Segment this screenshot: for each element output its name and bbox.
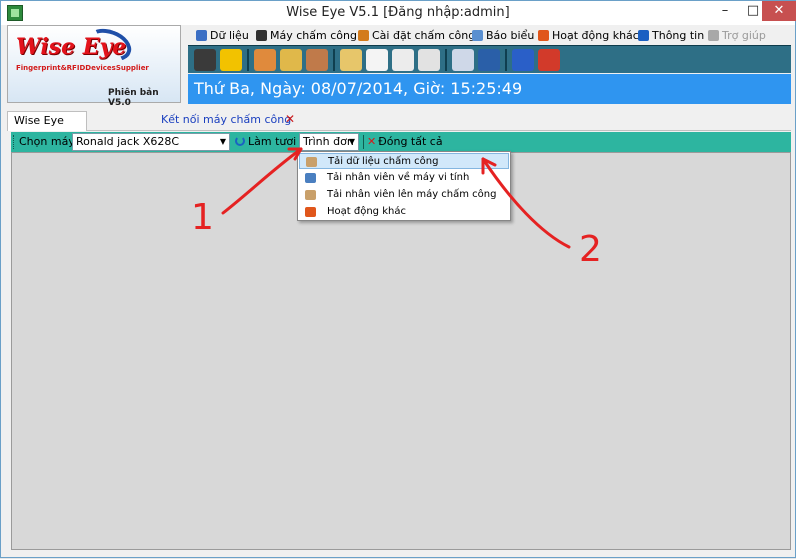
dropdown-item-download-attendance[interactable]: Tải dữ liệu chấm công: [299, 153, 509, 169]
menu-device-label: Máy chấm công: [270, 29, 357, 42]
data-icon: [196, 30, 207, 41]
menu-info[interactable]: Thông tin: [638, 28, 704, 44]
exit-icon[interactable]: [538, 49, 560, 71]
toolbar-separator: [505, 49, 507, 71]
toolbar-separator: [247, 49, 249, 71]
menu-help-label: Trợ giúp: [722, 29, 766, 42]
annotation-number-2: 2: [579, 229, 602, 270]
toolbar-separator: [445, 49, 447, 71]
refresh-label: Làm tươi: [248, 135, 297, 148]
dropdown-item-upload-employees[interactable]: Tải nhân viên lên máy chấm công: [299, 187, 509, 203]
other-activity-icon: [538, 30, 549, 41]
annotation-number-1: 1: [191, 197, 214, 238]
menu-help[interactable]: Trợ giúp: [708, 28, 766, 44]
device-connect-icon[interactable]: [194, 49, 216, 71]
chevron-down-icon: ▼: [219, 137, 226, 146]
menu-dropdown-list: Tải dữ liệu chấm công Tải nhân viên về m…: [297, 151, 511, 221]
edit-schedule-icon[interactable]: [340, 49, 362, 71]
title-bar: Wise Eye V5.1 [Đăng nhập:admin] – □ ✕: [1, 1, 796, 25]
dropdown-item-other-activity[interactable]: Hoạt động khác: [299, 204, 509, 220]
menu-data[interactable]: Dữ liệu: [196, 28, 249, 44]
menu-info-label: Thông tin: [652, 29, 705, 42]
toolbar-grip[interactable]: [13, 135, 16, 149]
app-window: Wise Eye V5.1 [Đăng nhập:admin] – □ ✕ Wi…: [0, 0, 796, 558]
date-time-bar: Thứ Ba, Ngày: 08/07/2014, Giờ: 15:25:49: [188, 74, 791, 104]
device-select[interactable]: Ronald jack X628C ▼: [72, 133, 230, 151]
download-attendance-icon: [306, 157, 317, 167]
refresh-icon: [235, 136, 245, 146]
other-activity-icon: [305, 207, 316, 217]
menu-report-label: Báo biểu: [486, 29, 535, 42]
close-window-button[interactable]: ✕: [762, 1, 796, 21]
info-circle-icon[interactable]: [512, 49, 534, 71]
report-search-icon[interactable]: [452, 49, 474, 71]
menu-dropdown-label: Trình đơn: [303, 135, 354, 148]
dropdown-item-label: Tải nhân viên lên máy chấm công: [327, 189, 497, 200]
download-employees-icon: [305, 173, 316, 183]
logo-name: Wise Eye: [16, 34, 127, 60]
menu-settings-label: Cài đặt chấm công: [372, 29, 476, 42]
upload-employees-icon: [305, 190, 316, 200]
logo-tagline: Fingerprint&RFIDDevicesSupplier: [16, 64, 149, 72]
menu-other-activity[interactable]: Hoạt động khác: [538, 28, 639, 44]
report-icon: [472, 30, 483, 41]
help-icon: [708, 30, 719, 41]
close-tab-icon[interactable]: ✕: [285, 112, 295, 126]
menu-report[interactable]: Báo biểu: [472, 28, 534, 44]
transfer-arrows-icon[interactable]: [220, 49, 242, 71]
tab-device-connection[interactable]: Kết nối máy chấm công: [155, 111, 297, 131]
tab-strip: Wise Eye V5.1 Kết nối máy chấm công ✕: [7, 109, 791, 145]
menu-other-activity-label: Hoạt động khác: [552, 29, 639, 42]
chevron-down-icon: ▼: [348, 137, 355, 146]
header: Wise Eye Fingerprint&RFIDDevicesSupplier…: [7, 23, 791, 108]
dropdown-item-download-employees[interactable]: Tải nhân viên về máy vi tính: [299, 170, 509, 186]
dropdown-item-label: Tải nhân viên về máy vi tính: [327, 172, 470, 183]
dropdown-item-label: Hoạt động khác: [327, 206, 406, 217]
refresh-button[interactable]: Làm tươi: [235, 135, 296, 148]
clock-icon[interactable]: [366, 49, 388, 71]
menu-dropdown-button[interactable]: Trình đơn ▼: [299, 133, 359, 151]
tab-wise-eye[interactable]: Wise Eye V5.1: [7, 111, 87, 145]
device-icon: [256, 30, 267, 41]
version-label: Phiên bản V5.0: [108, 88, 159, 108]
logo: Wise Eye Fingerprint&RFIDDevicesSupplier…: [7, 23, 181, 108]
chart-icon[interactable]: [280, 49, 302, 71]
document-check-icon[interactable]: [418, 49, 440, 71]
menu-device[interactable]: Máy chấm công: [256, 28, 357, 44]
settings-icon: [358, 30, 369, 41]
select-device-label: Chọn máy: [19, 135, 75, 148]
function-bar-separator: [363, 135, 364, 149]
function-bar: Chọn máy Ronald jack X628C ▼ Làm tươi Tr…: [11, 132, 791, 152]
close-all-icon: ✕: [367, 135, 377, 148]
minimize-button[interactable]: –: [711, 1, 739, 21]
close-all-button[interactable]: ✕ Đóng tất cả: [367, 135, 443, 148]
window-title: Wise Eye V5.1 [Đăng nhập:admin]: [286, 5, 510, 20]
toolbar: [188, 45, 791, 73]
menu-data-label: Dữ liệu: [210, 29, 249, 42]
dropdown-item-label: Tải dữ liệu chấm công: [328, 156, 439, 167]
info-icon: [638, 30, 649, 41]
menu-bar: Dữ liệu Máy chấm công Cài đặt chấm công …: [188, 27, 791, 45]
menu-settings[interactable]: Cài đặt chấm công: [358, 28, 475, 44]
group-icon[interactable]: [306, 49, 328, 71]
calendar-icon[interactable]: [392, 49, 414, 71]
user-info-icon[interactable]: [478, 49, 500, 71]
toolbar-separator: [333, 49, 335, 71]
employees-icon[interactable]: [254, 49, 276, 71]
close-all-label: Đóng tất cả: [378, 135, 443, 148]
device-select-value: Ronald jack X628C: [76, 135, 180, 148]
